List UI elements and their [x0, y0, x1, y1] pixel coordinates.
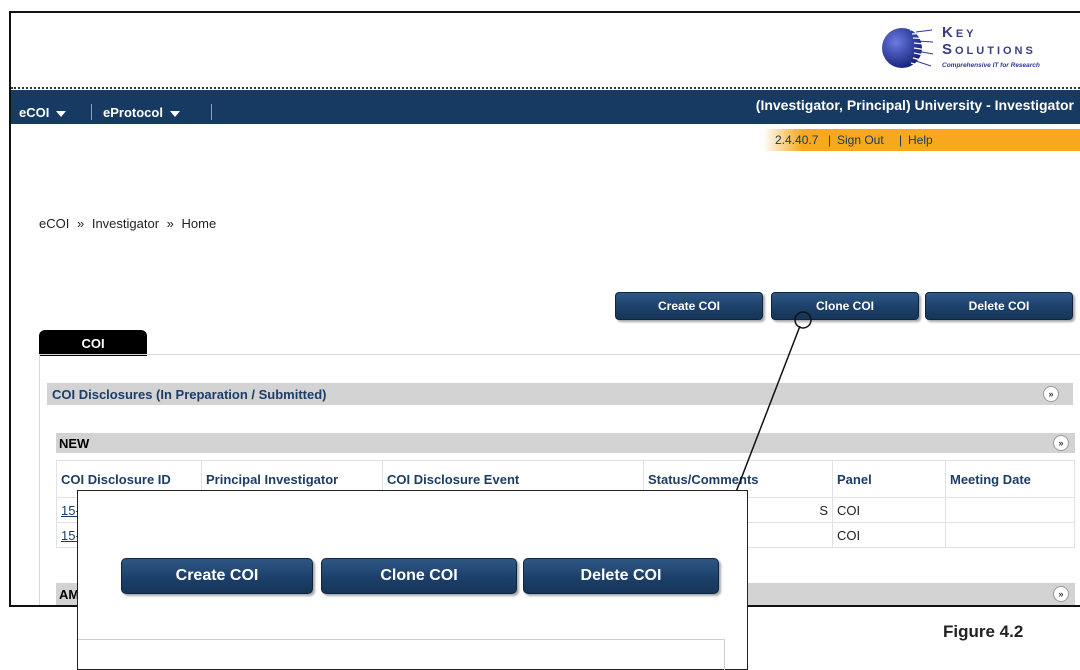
- nav-menu-ecoi[interactable]: eCOI: [19, 105, 67, 120]
- caret-down-icon: [169, 110, 180, 117]
- utility-bar: 2.4.40.7 | Sign Out | Help: [763, 129, 1080, 151]
- header: Key Solutions Comprehensive IT for Resea…: [11, 13, 1080, 89]
- panel-cell: COI: [832, 497, 946, 523]
- zoom-callout: Create COI Clone COI Delete COI: [77, 490, 748, 670]
- user-role-label: (Investigator, Principal) University - I…: [755, 97, 1074, 113]
- delete-coi-button-zoomed[interactable]: Delete COI: [523, 558, 719, 594]
- create-coi-button[interactable]: Create COI: [615, 292, 763, 320]
- collapse-chevron-icon[interactable]: »: [1053, 435, 1069, 451]
- section-title: COI Disclosures (In Preparation / Submit…: [52, 387, 327, 402]
- new-section-header[interactable]: NEW »: [56, 433, 1075, 453]
- help-link[interactable]: Help: [908, 133, 933, 147]
- utility-separator: |: [828, 133, 832, 147]
- breadcrumb-item-home: Home: [181, 216, 217, 231]
- column-header[interactable]: Panel: [832, 460, 946, 498]
- breadcrumb: eCOI » Investigator » Home: [39, 216, 216, 231]
- panel-cell: COI: [832, 522, 946, 548]
- clone-coi-button-zoomed[interactable]: Clone COI: [321, 558, 517, 594]
- clone-coi-button[interactable]: Clone COI: [771, 292, 919, 320]
- sign-out-link[interactable]: Sign Out: [837, 133, 884, 147]
- logo-wordmark-line2: Solutions: [942, 41, 1036, 58]
- column-header[interactable]: Meeting Date: [945, 460, 1075, 498]
- breadcrumb-separator: »: [166, 216, 174, 231]
- figure-caption: Figure 4.2: [943, 622, 1024, 641]
- version-label: 2.4.40.7: [775, 133, 819, 147]
- disclosures-section-header[interactable]: COI Disclosures (In Preparation / Submit…: [47, 383, 1073, 405]
- collapse-chevron-icon[interactable]: »: [1053, 586, 1069, 602]
- nav-divider: [91, 104, 92, 120]
- nav-menu-eprotocol[interactable]: eProtocol: [103, 105, 180, 120]
- tab-coi[interactable]: COI: [39, 330, 147, 356]
- logo-wordmark-line1: Key: [942, 24, 977, 41]
- zoom-panel-edge: [78, 639, 725, 670]
- utility-separator: |: [899, 133, 903, 147]
- delete-coi-button[interactable]: Delete COI: [925, 292, 1073, 320]
- nav-menu-label: eProtocol: [103, 105, 163, 120]
- top-navbar: eCOI eProtocol (Investigator, Principal)…: [11, 90, 1080, 124]
- create-coi-button-zoomed[interactable]: Create COI: [121, 558, 313, 594]
- breadcrumb-separator: »: [76, 216, 85, 231]
- breadcrumb-item-investigator[interactable]: Investigator: [92, 216, 159, 231]
- meeting-date-cell: [945, 522, 1075, 548]
- caret-down-icon: [56, 110, 67, 117]
- nav-divider: [211, 104, 212, 120]
- company-logo: Key Solutions Comprehensive IT for Resea…: [882, 20, 1080, 80]
- breadcrumb-item-ecoi[interactable]: eCOI: [39, 216, 69, 231]
- nav-menu-label: eCOI: [19, 105, 50, 120]
- section-title: NEW: [59, 436, 90, 451]
- meeting-date-cell: [945, 497, 1075, 523]
- logo-tagline: Comprehensive IT for Research: [942, 62, 1040, 69]
- collapse-chevron-icon[interactable]: »: [1043, 386, 1059, 402]
- globe-logo-icon: [882, 26, 934, 70]
